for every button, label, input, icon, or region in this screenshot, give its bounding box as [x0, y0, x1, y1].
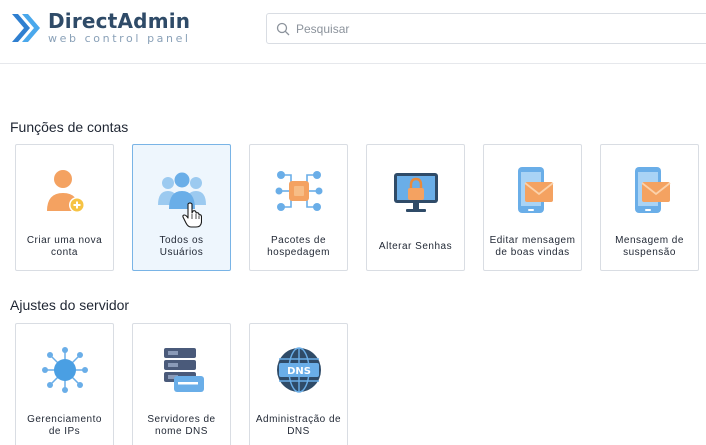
dns-globe-icon: DNS: [276, 347, 321, 393]
hand-cursor-icon: [182, 202, 202, 228]
ip-network-icon: [41, 347, 88, 393]
phone-mail-icon: [634, 167, 671, 213]
search-input[interactable]: [296, 21, 676, 36]
card-suspension-message[interactable]: Mensagem de suspensão: [600, 144, 699, 271]
monitor-lock-icon: [393, 173, 438, 212]
brand-subtitle: web control panel: [48, 32, 191, 45]
card-label: Pacotes de hospedagem: [267, 235, 330, 258]
card-label: Servidores de nome DNS: [147, 414, 216, 437]
section-title-account-functions: Funções de contas: [10, 119, 129, 135]
phone-mail-icon: [517, 167, 554, 213]
search-box[interactable]: [266, 13, 706, 44]
top-header: DirectAdmin web control panel: [0, 0, 706, 64]
card-edit-welcome-message[interactable]: Editar mensagem de boas vindas: [483, 144, 582, 271]
card-hosting-packages[interactable]: Pacotes de hospedagem: [249, 144, 348, 271]
card-label: Todos os Usuários: [159, 235, 204, 258]
card-dns-administration[interactable]: DNS Administração de DNS: [249, 323, 348, 445]
card-create-account[interactable]: Criar uma nova conta: [15, 144, 114, 271]
section-title-server-settings: Ajustes do servidor: [10, 297, 130, 313]
card-label: Administração de DNS: [255, 414, 342, 437]
svg-text:DNS: DNS: [287, 366, 311, 377]
card-change-passwords[interactable]: Alterar Senhas: [366, 144, 465, 271]
card-label: Alterar Senhas: [378, 241, 453, 252]
account-functions-grid: Criar uma nova conta Todos os Usuários P: [15, 144, 699, 271]
card-ip-management[interactable]: Gerenciamento de IPs: [15, 323, 114, 445]
search-icon: [276, 22, 290, 35]
brand-title: DirectAdmin: [48, 9, 191, 33]
directadmin-logo-icon: [12, 14, 40, 42]
server-stack-icon: [163, 348, 204, 392]
card-label: Gerenciamento de IPs: [27, 414, 102, 437]
card-dns-nameservers[interactable]: Servidores de nome DNS: [132, 323, 231, 445]
server-settings-grid: Gerenciamento de IPs Servidores de nome …: [15, 323, 348, 445]
card-label: Mensagem de suspensão: [615, 235, 684, 258]
package-network-icon: [275, 171, 322, 211]
brand-logo[interactable]: DirectAdmin web control panel: [10, 10, 191, 46]
card-label: Criar uma nova conta: [26, 235, 103, 258]
card-label: Editar mensagem de boas vindas: [489, 235, 576, 258]
add-user-icon: [46, 170, 85, 213]
